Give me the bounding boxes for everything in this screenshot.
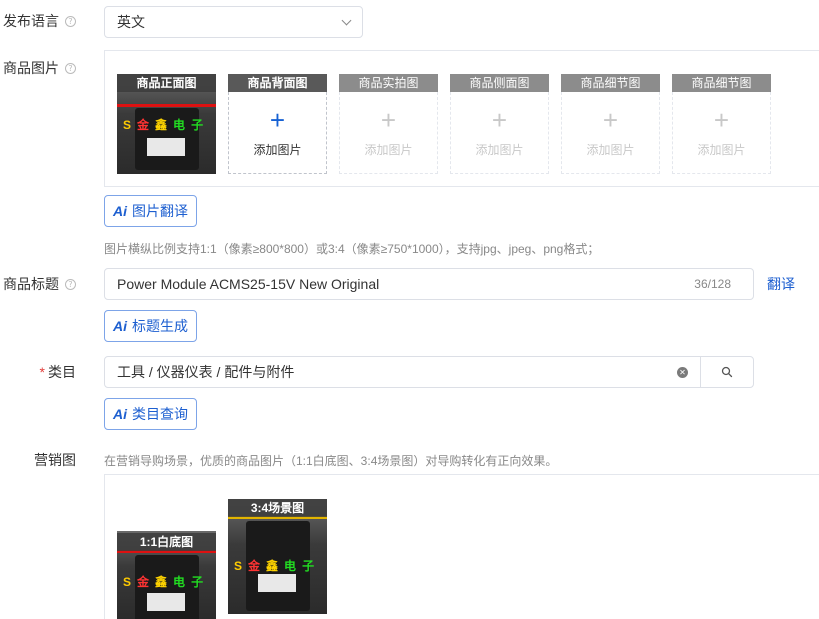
image-caption: 1:1白底图 [117, 533, 216, 551]
title-generate-label: 标题生成 [132, 318, 188, 334]
category-search-button[interactable] [700, 356, 754, 388]
language-select-value: 英文 [117, 14, 145, 30]
image-slot-real[interactable]: 商品实拍图 + 添加图片 [339, 74, 438, 174]
image-caption: 3:4场景图 [228, 499, 327, 517]
module-label [258, 574, 296, 592]
ai-icon: Ai [113, 318, 127, 334]
image-caption: 商品正面图 [117, 74, 216, 92]
language-label-text: 发布语言 [3, 13, 59, 29]
clear-icon[interactable]: ✕ [677, 366, 688, 378]
marketing-label-text: 营销图 [34, 452, 76, 468]
marketing-image-scene[interactable]: S金鑫电子 3:4场景图 [228, 499, 327, 614]
marketing-label: 营销图 [34, 450, 76, 470]
marketing-hint: 在营销导购场景，优质的商品图片（1:1白底图、3:4场景图）对导购转化有正向效果… [104, 454, 558, 468]
image-ratio-hint: 图片横纵比例支持1:1（像素≥800*800）或3:4（像素≥750*1000）… [104, 242, 600, 256]
category-label-text: 类目 [48, 364, 76, 380]
module-label [147, 593, 185, 611]
plus-icon: + [713, 105, 730, 135]
module-label [147, 138, 185, 156]
watermark-logo: S金鑫电子 [123, 575, 210, 589]
add-image-label: 添加图片 [253, 143, 302, 157]
image-slot-back[interactable]: 商品背面图 + 添加图片 [228, 74, 327, 174]
watermark-logo: S金鑫电子 [234, 559, 321, 573]
upload-box[interactable]: + 添加图片 [228, 92, 327, 174]
ai-icon: Ai [113, 203, 127, 219]
upload-box[interactable]: + 添加图片 [672, 92, 771, 174]
add-image-label: 添加图片 [364, 143, 413, 157]
title-input[interactable]: Power Module ACMS25-15V New Original 36/… [104, 268, 754, 300]
add-image-label: 添加图片 [697, 143, 746, 157]
images-label-text: 商品图片 [3, 60, 59, 76]
plus-icon: + [269, 105, 286, 135]
required-mark: * [39, 364, 45, 380]
watermark-logo: S金鑫电子 [123, 118, 210, 132]
add-image-label: 添加图片 [586, 143, 635, 157]
chevron-down-icon [341, 15, 352, 25]
search-icon [721, 366, 733, 378]
category-lookup-label: 类目查询 [132, 406, 188, 422]
title-char-counter: 36/128 [694, 277, 731, 291]
plus-icon: + [602, 105, 619, 135]
image-stripe [117, 104, 216, 107]
help-icon[interactable]: ? [65, 278, 76, 290]
marketing-image-square[interactable]: S金鑫电子 1:1白底图 [117, 531, 216, 619]
image-caption: 商品背面图 [228, 74, 327, 92]
image-translate-label: 图片翻译 [132, 203, 188, 219]
images-label: * 商品图片 ? [0, 58, 76, 78]
title-label-text: 商品标题 [3, 276, 59, 292]
upload-box[interactable]: + 添加图片 [450, 92, 549, 174]
image-caption: 商品侧面图 [450, 74, 549, 92]
plus-icon: + [380, 105, 397, 135]
image-caption: 商品细节图 [672, 74, 771, 92]
category-input[interactable]: 工具 / 仪器仪表 / 配件与附件 ✕ [104, 356, 701, 388]
title-generate-button[interactable]: Ai 标题生成 [104, 310, 197, 342]
add-image-label: 添加图片 [475, 143, 524, 157]
help-icon[interactable]: ? [65, 62, 76, 74]
language-label: * 发布语言 ? [0, 11, 76, 31]
title-label: * 商品标题 ? [0, 274, 76, 294]
title-input-value: Power Module ACMS25-15V New Original [117, 276, 380, 292]
plus-icon: + [491, 105, 508, 135]
image-slot-side[interactable]: 商品侧面图 + 添加图片 [450, 74, 549, 174]
ai-icon: Ai [113, 406, 127, 422]
image-slot-detail-1[interactable]: 商品细节图 + 添加图片 [561, 74, 660, 174]
translate-link[interactable]: 翻译 [767, 274, 795, 294]
upload-box[interactable]: + 添加图片 [561, 92, 660, 174]
image-slot-detail-2[interactable]: 商品细节图 + 添加图片 [672, 74, 771, 174]
front-image[interactable]: S金鑫电子 商品正面图 [117, 74, 216, 174]
category-lookup-button[interactable]: Ai 类目查询 [104, 398, 197, 430]
category-label: * 类目 [40, 362, 76, 382]
image-caption: 商品细节图 [561, 74, 660, 92]
help-icon[interactable]: ? [65, 15, 76, 27]
category-input-value: 工具 / 仪器仪表 / 配件与附件 [117, 364, 295, 380]
upload-box[interactable]: + 添加图片 [339, 92, 438, 174]
image-caption: 商品实拍图 [339, 74, 438, 92]
language-select[interactable]: 英文 [104, 6, 363, 38]
image-translate-button[interactable]: Ai 图片翻译 [104, 195, 197, 227]
